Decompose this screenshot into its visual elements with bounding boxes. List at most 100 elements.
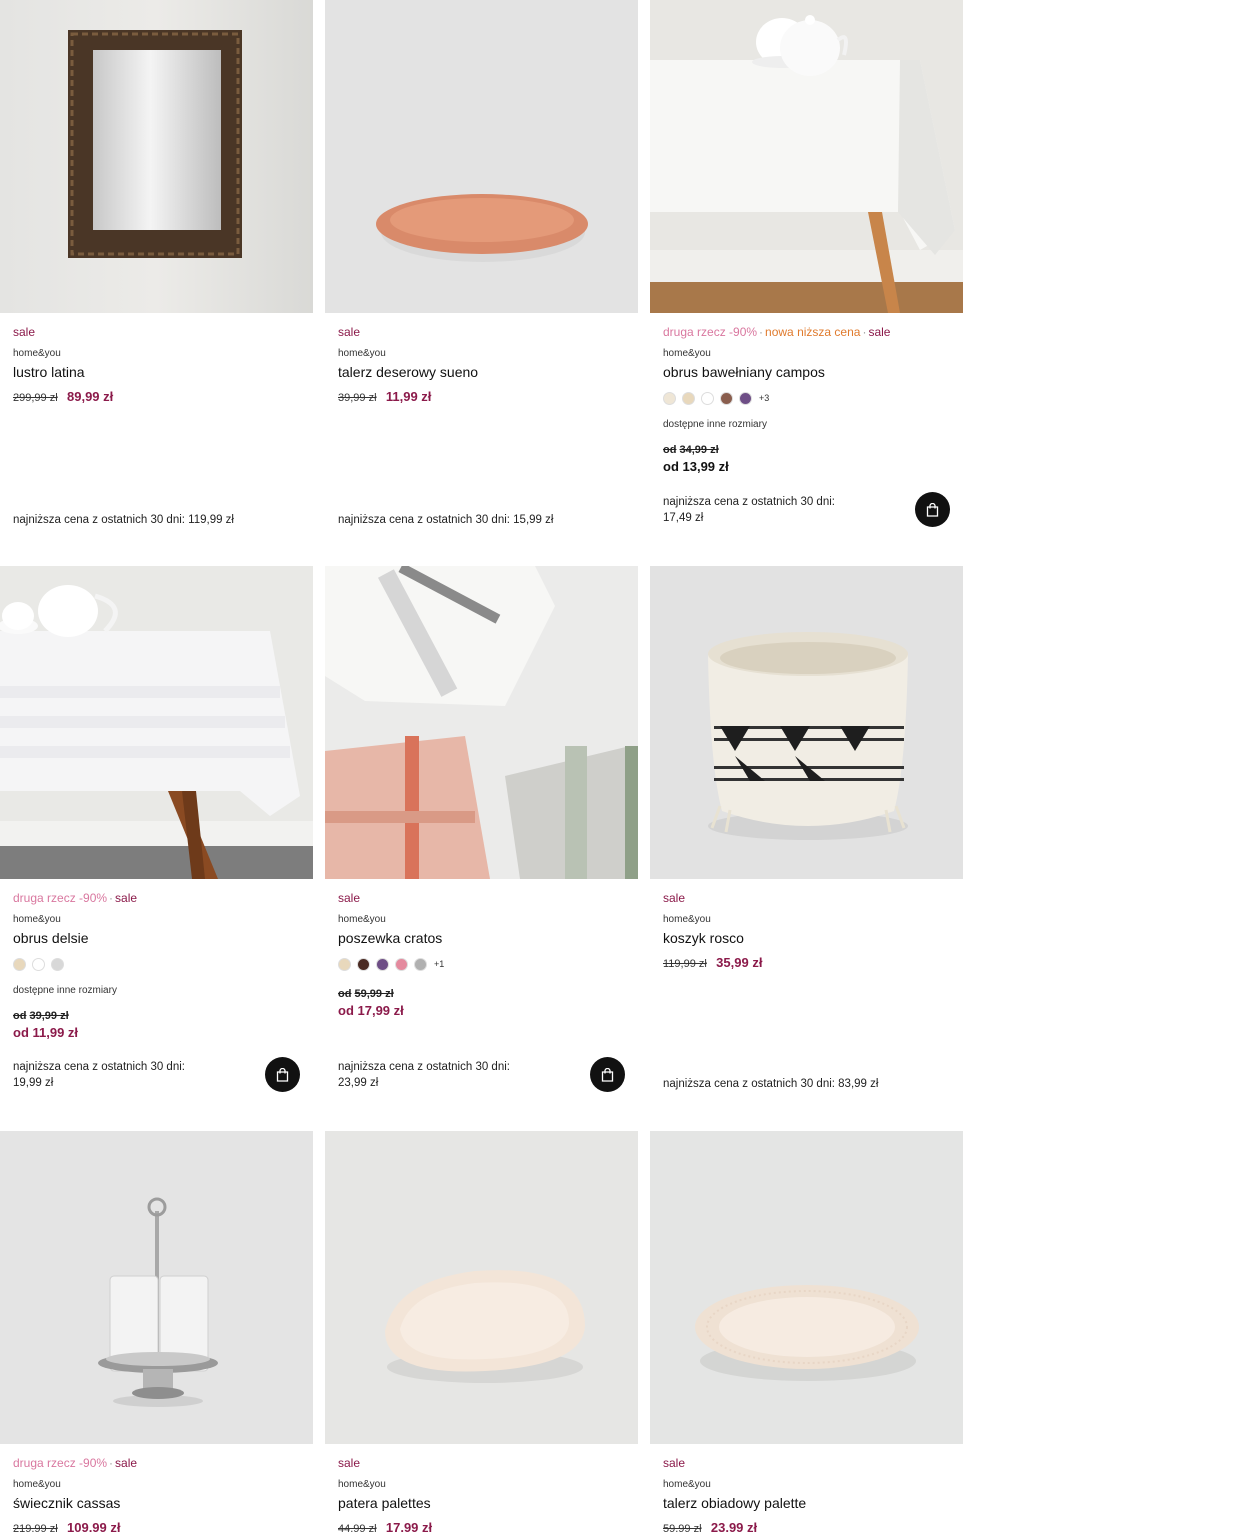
- old-price: od 59,99 zł: [338, 987, 625, 1001]
- product-name[interactable]: świecznik cassas: [13, 1494, 300, 1512]
- price-row: 44,99 zł 17,99 zł: [338, 1520, 625, 1532]
- product-image[interactable]: [650, 0, 963, 313]
- brand: home&you: [338, 914, 386, 925]
- lower-price-badge: nowa niższa cena: [765, 325, 861, 339]
- old-price: 44,99 zł: [338, 1523, 377, 1532]
- color-swatch[interactable]: [13, 957, 26, 971]
- product-info: sale home&you patera palettes 44,99 zł 1…: [338, 1456, 625, 1532]
- lowest-price-value: 19,99 zł: [13, 1077, 54, 1089]
- old-price: 219,99 zł: [13, 1523, 58, 1532]
- product-name[interactable]: patera palettes: [338, 1494, 625, 1512]
- product-card[interactable]: druga rzecz -90% · sale home&you obrus del…: [0, 566, 313, 1126]
- color-swatch[interactable]: [414, 957, 427, 971]
- old-price-value: 39,99 zł: [29, 1010, 69, 1022]
- product-card[interactable]: sale home&you lustro latina 299,99 zł 89…: [0, 0, 313, 560]
- more-colors[interactable]: +3: [759, 393, 769, 403]
- color-swatch[interactable]: [663, 391, 676, 405]
- color-swatch[interactable]: [338, 957, 351, 971]
- old-price: 119,99 zł: [663, 958, 707, 970]
- second-item-badge: druga rzecz -90%: [663, 325, 758, 339]
- old-price: 39,99 zł: [338, 392, 377, 404]
- color-swatch[interactable]: [51, 957, 64, 971]
- price-row: 59,99 zł 23,99 zł: [663, 1520, 950, 1532]
- color-swatch[interactable]: [682, 391, 695, 405]
- sale-price: 89,99 zł: [67, 389, 114, 404]
- shopping-bag-icon: [601, 1067, 614, 1082]
- color-swatch[interactable]: [395, 957, 408, 971]
- sale-price: od 17,99 zł: [338, 1003, 404, 1018]
- color-swatches: +3: [663, 391, 950, 405]
- product-image[interactable]: [0, 566, 313, 879]
- product-image[interactable]: [650, 566, 963, 879]
- add-to-cart-button[interactable]: [590, 1057, 625, 1092]
- brand: home&you: [338, 1479, 386, 1490]
- old-price-prefix: od: [663, 444, 677, 456]
- product-info: sale home&you talerz obiadowy palette 59…: [663, 1456, 950, 1532]
- sizes-note: dostępne inne rozmiary: [13, 985, 117, 996]
- product-image[interactable]: [325, 566, 638, 879]
- lowest-price-note: najniższa cena z ostatnich 30 dni: 15,99…: [338, 514, 554, 526]
- add-to-cart-button[interactable]: [265, 1057, 300, 1092]
- lowest-price-note: najniższa cena z ostatnich 30 dni: 19,99…: [13, 1059, 185, 1091]
- color-swatch[interactable]: [32, 957, 45, 971]
- product-image[interactable]: [325, 0, 638, 313]
- color-swatch[interactable]: [357, 957, 370, 971]
- more-colors[interactable]: +1: [434, 959, 444, 969]
- old-price-prefix: od: [338, 988, 352, 1000]
- badges: sale: [338, 1456, 625, 1470]
- sale-price: od 11,99 zł: [13, 1025, 79, 1040]
- color-swatch[interactable]: [720, 391, 733, 405]
- sizes-note: dostępne inne rozmiary: [663, 419, 767, 430]
- sale-price: 109,99 zł: [67, 1520, 121, 1532]
- sale-price: 17,99 zł: [385, 1520, 433, 1532]
- lowest-price-label: najniższa cena z ostatnich 30 dni:: [13, 1061, 185, 1073]
- sale-badge: sale: [338, 891, 361, 905]
- color-swatch[interactable]: [701, 391, 714, 405]
- brand: home&you: [663, 914, 711, 925]
- color-swatches: +1: [338, 957, 625, 971]
- product-card[interactable]: druga rzecz -90% · nowa niższa cena · sale h…: [650, 0, 963, 560]
- product-card[interactable]: sale home&you talerz obiadowy palette 59…: [650, 1131, 963, 1532]
- product-image[interactable]: [0, 0, 313, 313]
- sale-badge: sale: [338, 1456, 361, 1470]
- add-to-cart-button[interactable]: [915, 492, 950, 527]
- badges: sale: [663, 1456, 950, 1470]
- product-image[interactable]: [0, 1131, 313, 1444]
- lowest-price-value: 23,99 zł: [338, 1077, 379, 1089]
- old-price: 59,99 zł: [663, 1523, 702, 1532]
- shopping-bag-icon: [926, 502, 939, 517]
- product-card[interactable]: sale home&you talerz deserowy sueno 39,9…: [325, 0, 638, 560]
- shopping-bag-icon: [276, 1067, 289, 1082]
- product-card[interactable]: sale home&you patera palettes 44,99 zł 1…: [325, 1131, 638, 1532]
- product-name[interactable]: poszewka cratos: [338, 929, 625, 947]
- color-swatch[interactable]: [739, 391, 752, 405]
- badges: sale: [338, 891, 625, 905]
- lowest-price-note: najniższa cena z ostatnich 30 dni: 23,99…: [338, 1059, 510, 1091]
- sale-price: 35,99 zł: [716, 955, 763, 970]
- brand: home&you: [13, 348, 61, 359]
- sale-badge: sale: [115, 1456, 138, 1470]
- product-info: sale home&you koszyk rosco 119,99 zł 35,…: [663, 891, 950, 972]
- product-name[interactable]: talerz deserowy sueno: [338, 363, 625, 381]
- price-row: 299,99 zł 89,99 zł: [13, 389, 300, 406]
- product-card[interactable]: druga rzecz -90% · sale home&you świecznik…: [0, 1131, 313, 1532]
- sale-badge: sale: [13, 325, 36, 339]
- old-price: od 39,99 zł: [13, 1009, 300, 1023]
- brand: home&you: [13, 914, 61, 925]
- product-name[interactable]: talerz obiadowy palette: [663, 1494, 950, 1512]
- product-image[interactable]: [325, 1131, 638, 1444]
- product-name[interactable]: koszyk rosco: [663, 929, 950, 947]
- product-card[interactable]: sale home&you poszewka cratos +1 od 59,9…: [325, 566, 638, 1126]
- product-name[interactable]: obrus bawełniany campos: [663, 363, 950, 381]
- color-swatch[interactable]: [376, 957, 389, 971]
- old-price-value: 34,99 zł: [679, 444, 719, 456]
- product-info: sale home&you lustro latina 299,99 zł 89…: [13, 325, 300, 406]
- price-row: 39,99 zł 11,99 zł: [338, 389, 625, 406]
- sale-badge: sale: [115, 891, 138, 905]
- old-price-value: 59,99 zł: [354, 988, 394, 1000]
- product-card[interactable]: sale home&you koszyk rosco 119,99 zł 35,…: [650, 566, 963, 1126]
- product-info: sale home&you poszewka cratos +1 od 59,9…: [338, 891, 625, 1019]
- product-image[interactable]: [650, 1131, 963, 1444]
- product-name[interactable]: obrus delsie: [13, 929, 300, 947]
- product-name[interactable]: lustro latina: [13, 363, 300, 381]
